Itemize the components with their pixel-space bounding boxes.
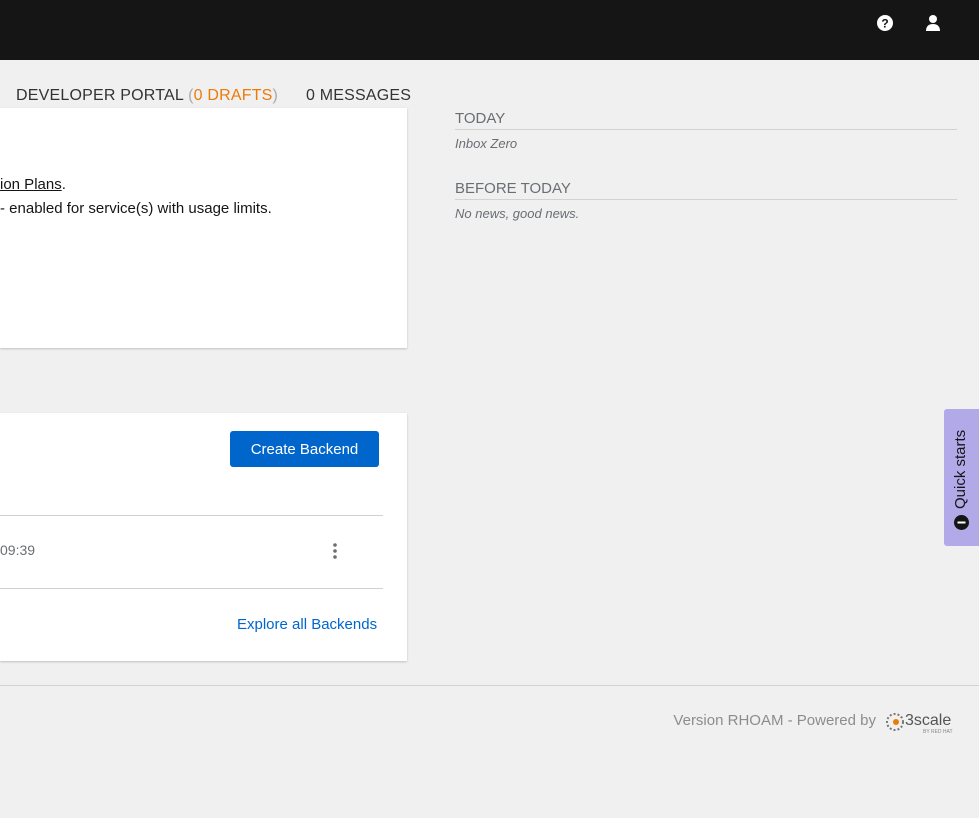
3scale-logo: 3scale BY RED HAT: [885, 712, 960, 736]
top-bar: ?: [0, 0, 979, 60]
drafts-count: 0 DRAFTS: [193, 87, 273, 104]
paren: ): [272, 87, 279, 104]
divider: [0, 588, 383, 589]
today-heading: TODAY: [455, 110, 957, 130]
usage-limits-text: - enabled for service(s) with usage limi…: [0, 200, 272, 217]
create-backend-button[interactable]: Create Backend: [230, 431, 379, 467]
backend-row-time: 09:39: [0, 542, 36, 558]
overview-card: ion Plans. - enabled for service(s) with…: [0, 108, 407, 348]
svg-text:?: ?: [881, 17, 888, 31]
footer-version: Version RHOAM - Powered by: [673, 712, 876, 729]
3scale-logo-icon: [886, 713, 904, 731]
footer-divider: [0, 685, 979, 686]
before-today-empty: No news, good news.: [455, 206, 580, 221]
info-icon: [954, 515, 969, 530]
period: .: [61, 176, 66, 193]
logo-text: 3scale: [905, 712, 952, 729]
tab-messages[interactable]: 0 MESSAGES: [306, 87, 411, 105]
before-today-heading: BEFORE TODAY: [455, 180, 957, 200]
user-icon[interactable]: [924, 14, 942, 32]
quick-starts-tab[interactable]: Quick starts: [944, 409, 979, 546]
today-empty: Inbox Zero: [455, 136, 518, 151]
explore-backends-link[interactable]: Explore all Backends: [237, 616, 377, 633]
tab-developer-portal[interactable]: DEVELOPER PORTAL (0 DRAFTS): [16, 87, 278, 105]
kebab-menu-icon[interactable]: [331, 542, 339, 560]
divider: [0, 515, 383, 516]
plans-link[interactable]: ion Plans: [0, 176, 62, 193]
tab-label: DEVELOPER PORTAL: [16, 87, 184, 104]
help-icon[interactable]: ?: [876, 14, 894, 32]
logo-subtext: BY RED HAT: [923, 729, 953, 735]
quick-starts-label: Quick starts: [952, 429, 969, 509]
